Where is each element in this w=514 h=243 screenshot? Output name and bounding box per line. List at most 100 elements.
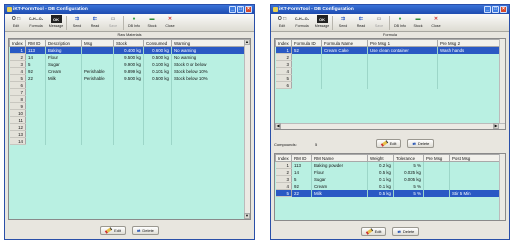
table-cell[interactable] [143,95,172,103]
left-vertical-scrollbar[interactable]: ▲ ▼ [244,39,250,219]
table-cell[interactable] [143,81,172,89]
table-cell[interactable] [45,95,82,103]
table-cell[interactable] [437,81,501,89]
table-cell[interactable] [423,175,450,183]
table-cell[interactable] [423,161,450,169]
table-row[interactable]: 1 113 Baking 0.400 kg 0.600 kg No warning [9,46,246,54]
table-cell[interactable]: 14 [25,53,46,61]
table-cell[interactable] [321,81,368,89]
table-cell[interactable] [113,109,144,117]
table-cell[interactable] [367,81,438,89]
table-cell[interactable] [143,116,172,124]
table-cell[interactable]: 1 [275,46,292,54]
table-cell[interactable] [45,109,82,117]
table-cell[interactable] [171,81,246,89]
table-row[interactable]: 5 22 Milk Perishable 9.500 kg 0.500 kg Stock b… [9,74,246,82]
left-close-button[interactable]: ✕ Close [161,15,179,31]
scroll-left-icon[interactable]: ◀ [275,123,281,129]
table-cell[interactable]: 2 [275,168,292,176]
table-cell[interactable] [45,123,82,131]
table-cell[interactable] [367,74,438,82]
table-row[interactable]: 10 [9,109,246,117]
table-cell[interactable] [81,81,114,89]
table-cell[interactable] [113,95,144,103]
table-row[interactable]: 12 [9,123,246,131]
table-cell[interactable] [171,102,246,110]
table-cell[interactable]: 52 [291,46,322,54]
table-cell[interactable] [45,130,82,138]
table-cell[interactable]: 0.2 kg [367,161,394,169]
delete-button[interactable]: ⇄ Delete [131,225,159,235]
left-read-button[interactable]: ⇇ Read [86,15,104,31]
table-cell[interactable]: Baking [45,46,82,54]
table-cell[interactable] [81,130,114,138]
right-formula-button[interactable]: C₆H₁₂O₆ Formula [291,15,313,31]
table-cell[interactable]: Wash hands [437,46,501,54]
left-stock-button[interactable]: ▬ Stock [143,15,161,31]
table-cell[interactable] [45,102,82,110]
table-row[interactable]: 6 [275,81,501,89]
table-cell[interactable]: 13 [9,130,26,138]
table-cell[interactable]: 1 [275,161,292,169]
table-cell[interactable]: 5 % [393,161,424,169]
table-cell[interactable]: 8 [9,95,26,103]
table-cell[interactable]: Flour [311,168,368,176]
table-row[interactable]: 9 [9,102,246,110]
right-message-button[interactable]: OK Message [313,15,331,31]
table-cell[interactable]: 9.500 kg [113,53,144,61]
table-cell[interactable]: 5 [275,74,292,82]
table-cell[interactable] [321,74,368,82]
table-row[interactable]: 4 92 Cream 0.1 kg 5 % [275,182,501,190]
table-cell[interactable] [367,53,438,61]
table-row[interactable]: 3 5 Sugar 0.1 kg 0.005 kg [275,175,501,183]
minimize-icon[interactable]: _ [229,6,236,13]
table-row[interactable]: 6 [9,81,246,89]
table-row[interactable]: 7 [9,88,246,96]
table-cell[interactable]: 113 [291,161,312,169]
table-cell[interactable]: 0.500 kg [143,53,172,61]
table-cell[interactable]: 4 [9,67,26,75]
table-cell[interactable]: 0.1 kg [367,175,394,183]
scroll-right-icon[interactable]: ▶ [493,123,499,129]
table-row[interactable]: 8 [9,95,246,103]
table-cell[interactable] [367,67,438,75]
table-row[interactable]: 3 [275,60,501,68]
table-cell[interactable] [367,60,438,68]
table-cell[interactable]: 3 [275,60,292,68]
column-header[interactable]: Formula Name [321,39,368,47]
column-header[interactable]: RM ID [25,39,46,47]
right-stock-button[interactable]: ▬ Stock [409,15,427,31]
table-row[interactable]: 1 52 Cream Cake Use clean container Wash han… [275,46,501,54]
table-cell[interactable]: 0.5 kg [367,189,394,197]
table-row[interactable]: 14 [9,137,246,145]
table-cell[interactable]: 0.400 kg [113,46,144,54]
table-cell[interactable]: 4 [275,67,292,75]
table-cell[interactable]: Cream Cake [321,46,368,54]
table-cell[interactable] [449,182,501,190]
table-cell[interactable] [45,88,82,96]
column-header[interactable]: Pre Msg 1 [367,39,438,47]
table-cell[interactable]: Sugar [45,60,82,68]
table-cell[interactable]: 0.005 kg [393,175,424,183]
scroll-up-icon[interactable]: ▲ [244,39,250,45]
table-cell[interactable] [321,60,368,68]
table-cell[interactable]: Baking powder [311,161,368,169]
table-cell[interactable]: Flour [45,53,82,61]
right-dbinfo-button[interactable]: ● DB Info [391,15,409,31]
table-cell[interactable] [25,95,46,103]
table-row[interactable]: 4 [275,67,501,75]
table-cell[interactable] [81,88,114,96]
table-cell[interactable]: 5 [9,74,26,82]
column-header[interactable]: Msg [81,39,114,47]
table-row[interactable]: 1 113 Baking powder 0.2 kg 5 % [275,161,501,169]
table-cell[interactable] [449,161,501,169]
table-cell[interactable] [45,116,82,124]
table-cell[interactable] [437,74,501,82]
table-cell[interactable]: Cream [45,67,82,75]
compound-edit-button[interactable]: Edit [360,226,387,236]
table-cell[interactable] [449,168,501,176]
table-cell[interactable]: 4 [275,182,292,190]
table-cell[interactable] [113,81,144,89]
column-header[interactable]: Post Msg [449,154,501,162]
table-cell[interactable]: 10 [9,109,26,117]
